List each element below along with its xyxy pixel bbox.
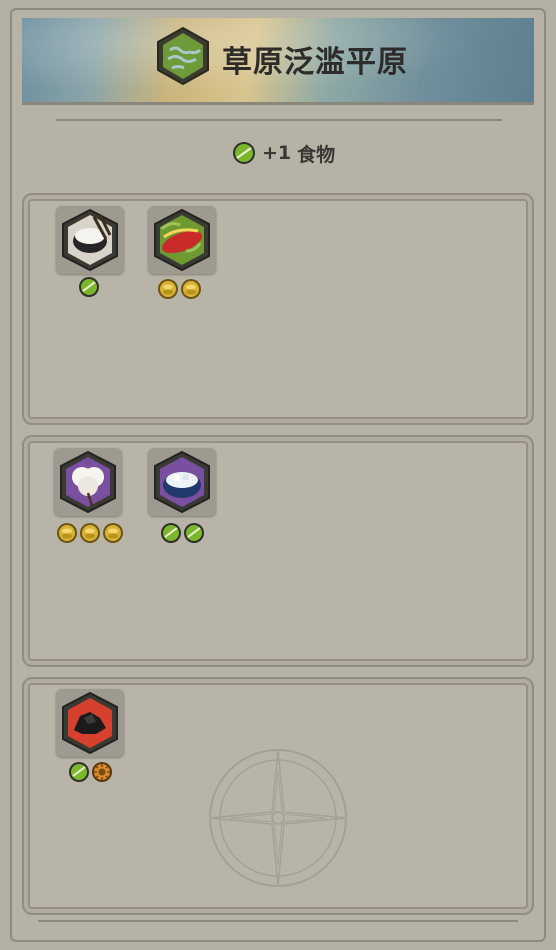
resource-rice[interactable]	[56, 206, 124, 274]
rice-icon	[62, 209, 118, 271]
resource-cotton[interactable]	[54, 448, 122, 516]
gold-icon	[181, 279, 201, 299]
sugar-icon	[154, 451, 210, 513]
gold-icon	[158, 279, 178, 299]
divider	[56, 119, 502, 121]
resource-maize[interactable]	[148, 206, 216, 274]
food-icon	[79, 277, 99, 297]
coal-yields	[68, 761, 113, 783]
gold-icon	[57, 523, 77, 543]
food-icon	[184, 523, 204, 543]
maize-yields	[157, 278, 202, 300]
gold-icon	[103, 523, 123, 543]
food-icon	[161, 523, 181, 543]
production-icon	[92, 762, 112, 782]
food-icon	[69, 762, 89, 782]
resource-sugar[interactable]	[148, 448, 216, 516]
tile-yield: +1 食物	[232, 140, 335, 166]
maize-icon	[154, 209, 210, 271]
food-icon	[233, 142, 255, 164]
yield-amount: +1	[262, 142, 292, 164]
rice-yields	[78, 276, 100, 298]
yield-label: 食物	[297, 143, 336, 166]
compass-rose-icon	[209, 749, 347, 887]
cotton-yields	[56, 522, 124, 544]
coal-icon	[62, 692, 118, 754]
gold-icon	[80, 523, 100, 543]
divider	[38, 920, 518, 922]
page-title: 草原泛滥平原	[222, 45, 408, 80]
sugar-yields	[160, 522, 205, 544]
grassland-floodplains-icon	[157, 26, 209, 86]
cotton-icon	[60, 451, 116, 513]
resource-coal[interactable]	[56, 689, 124, 757]
